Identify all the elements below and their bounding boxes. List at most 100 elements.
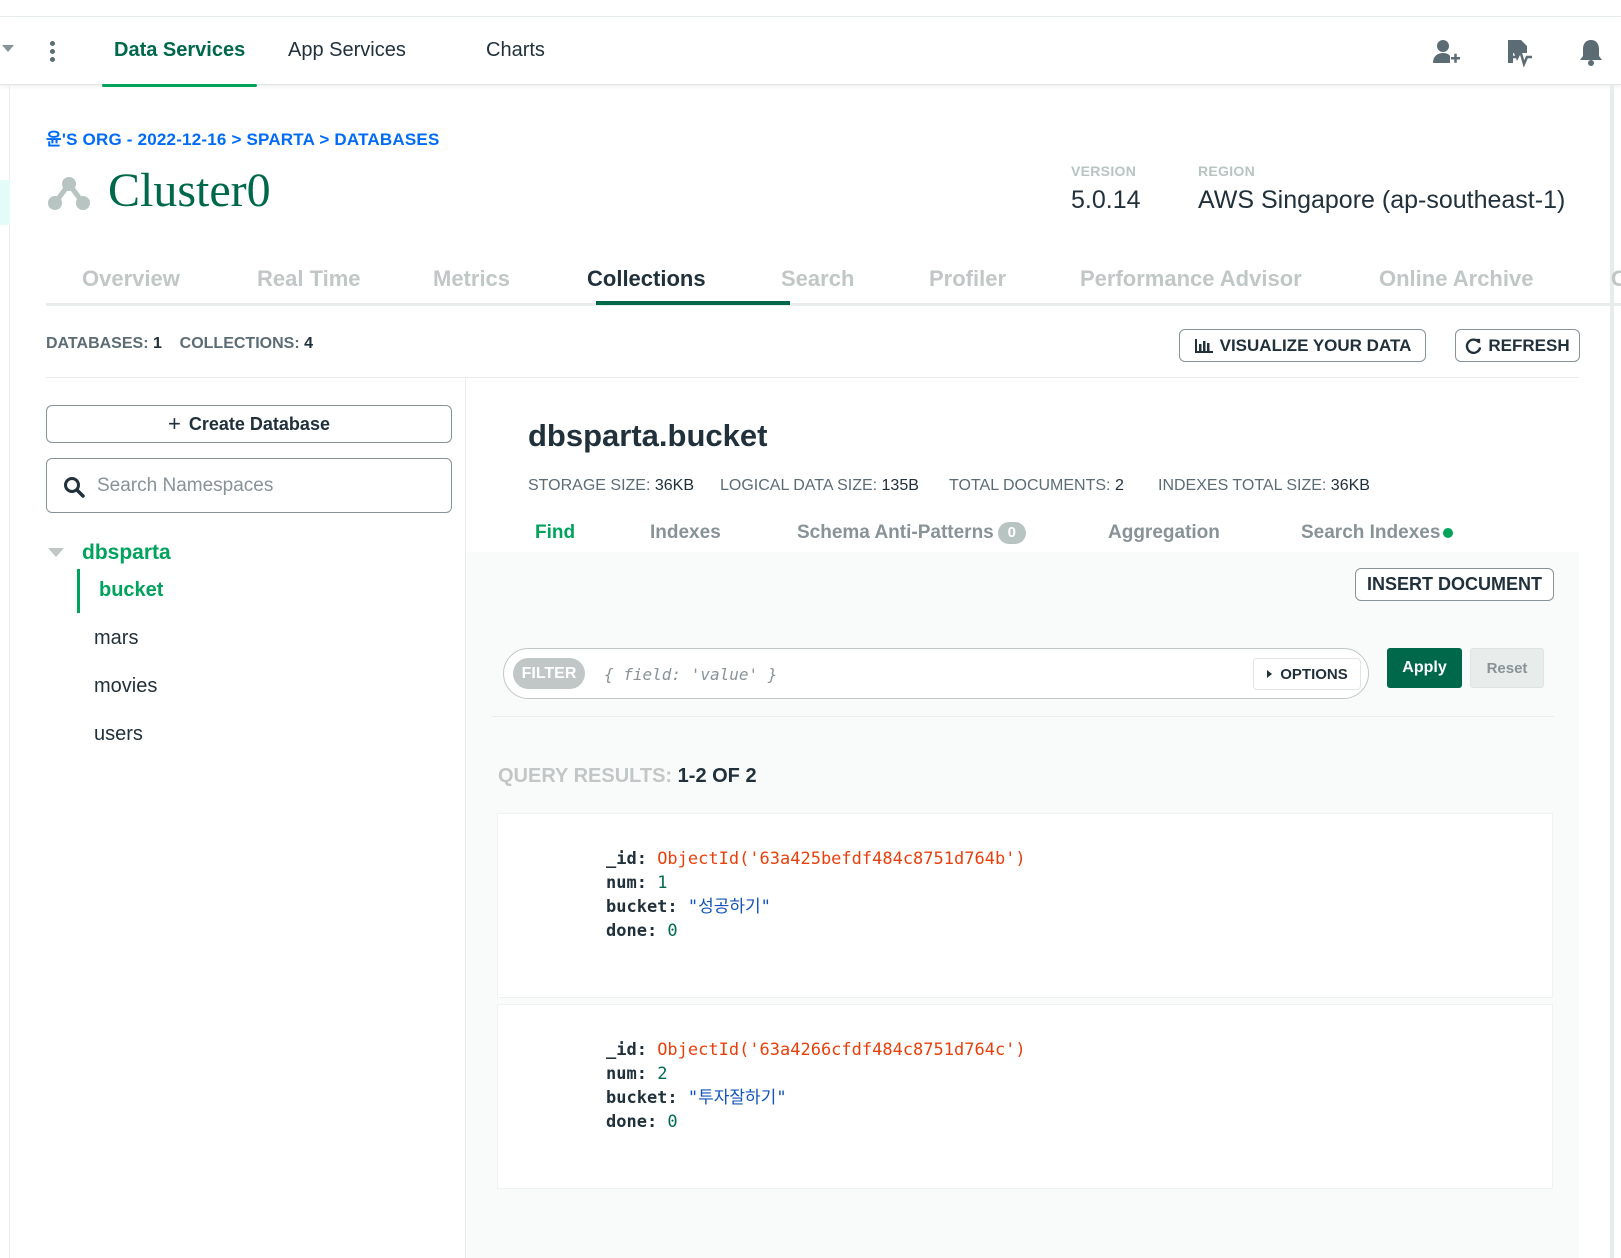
search-indexes-label: Search Indexes <box>1301 522 1441 543</box>
tab-overview[interactable]: Overview <box>82 266 180 292</box>
tab-online-archive[interactable]: Online Archive <box>1379 266 1533 292</box>
logical-size-stat: LOGICAL DATA SIZE: 135B <box>720 477 919 495</box>
indexes-size-label: INDEXES TOTAL SIZE: <box>1158 477 1327 494</box>
field-id: _id: ObjectId('63a425befdf484c8751d764b'… <box>606 849 1026 869</box>
field-bucket: bucket: "성공하기" <box>606 897 771 917</box>
cluster-tabs: Overview Real Time Metrics Collections S… <box>46 250 1621 306</box>
field-num: num: 2 <box>606 1064 668 1084</box>
filter-bar: FILTER OPTIONS <box>503 648 1369 699</box>
visualize-data-button[interactable]: VISUALIZE YOUR DATA <box>1179 329 1426 362</box>
refresh-icon <box>1466 338 1482 354</box>
databases-count: 1 <box>152 335 162 352</box>
refresh-button[interactable]: REFRESH <box>1455 329 1580 362</box>
collection-title: dbsparta.bucket <box>528 418 768 453</box>
indexes-size-value: 36KB <box>1330 477 1370 494</box>
version-label: VERSION <box>1071 163 1137 179</box>
subtab-schema-anti-patterns[interactable]: Schema Anti-Patterns 0 <box>797 522 1026 544</box>
storage-size-value: 36KB <box>654 477 694 494</box>
subtab-find[interactable]: Find <box>535 522 575 544</box>
document-fields: _id: ObjectId('63a4266cfdf484c8751d764c'… <box>606 1038 1026 1134</box>
reset-button[interactable]: Reset <box>1470 648 1544 688</box>
database-item-dbsparta[interactable]: dbsparta <box>82 541 171 565</box>
version-value: 5.0.14 <box>1071 186 1141 214</box>
invite-user-icon[interactable] <box>1431 37 1461 67</box>
field-num-value: 1 <box>657 873 668 893</box>
storage-size-label: STORAGE SIZE: <box>528 477 651 494</box>
field-done-value: 0 <box>667 921 678 941</box>
field-bucket-value: "투자잘하기" <box>687 1088 787 1108</box>
apply-button[interactable]: Apply <box>1387 648 1462 688</box>
activity-feed-icon[interactable] <box>1503 37 1533 67</box>
query-results-summary: QUERY RESULTS: 1-2 OF 2 <box>498 765 757 788</box>
bar-chart-icon <box>1194 338 1213 353</box>
collection-item-bucket[interactable]: bucket <box>99 579 163 602</box>
document-card[interactable]: _id: ObjectId('63a425befdf484c8751d764b'… <box>498 814 1552 997</box>
breadcrumb[interactable]: 윤'S ORG - 2022-12-16 > SPARTA > DATABASE… <box>46 125 439 150</box>
namespace-counts: DATABASES: 1 COLLECTIONS: 4 <box>46 335 313 353</box>
total-documents-stat: TOTAL DOCUMENTS: 2 <box>949 477 1124 495</box>
notifications-bell-icon[interactable] <box>1576 37 1606 67</box>
search-icon <box>64 477 85 498</box>
left-edge-highlight <box>0 180 10 225</box>
field-id: _id: ObjectId('63a4266cfdf484c8751d764c'… <box>606 1040 1026 1060</box>
tab-metrics[interactable]: Metrics <box>433 266 510 292</box>
collections-count: 4 <box>304 335 314 352</box>
filter-pill: FILTER <box>513 658 585 689</box>
nav-tab-charts[interactable]: Charts <box>486 39 545 85</box>
field-id-value: ObjectId('63a425befdf484c8751d764b') <box>657 849 1026 869</box>
indexes-size-stat: INDEXES TOTAL SIZE: 36KB <box>1158 477 1370 495</box>
subtab-indexes[interactable]: Indexes <box>650 522 721 544</box>
query-results-label: QUERY RESULTS: <box>498 765 673 787</box>
search-namespaces-input[interactable] <box>97 472 427 500</box>
total-documents-label: TOTAL DOCUMENTS: <box>949 477 1111 494</box>
field-done: done: 0 <box>606 921 678 941</box>
document-card[interactable]: _id: ObjectId('63a4266cfdf484c8751d764c'… <box>498 1005 1552 1188</box>
tab-real-time[interactable]: Real Time <box>257 266 361 292</box>
schema-count-badge: 0 <box>997 522 1026 544</box>
region-value: AWS Singapore (ap-southeast-1) <box>1198 186 1566 214</box>
subtab-search-indexes[interactable]: Search Indexes <box>1301 522 1454 544</box>
field-bucket: bucket: "투자잘하기" <box>606 1088 787 1108</box>
filter-divider <box>492 716 1554 717</box>
left-border <box>9 85 10 1258</box>
active-tab-indicator <box>596 301 790 305</box>
query-results-range: 1-2 OF 2 <box>677 765 757 787</box>
nav-tab-app-services[interactable]: App Services <box>288 39 406 85</box>
cluster-title: Cluster0 <box>108 164 271 217</box>
total-documents-value: 2 <box>1114 477 1124 494</box>
filter-input[interactable] <box>604 661 1204 687</box>
visualize-data-label: VISUALIZE YOUR DATA <box>1219 335 1412 355</box>
databases-count-label: DATABASES: <box>46 335 149 352</box>
logical-size-label: LOGICAL DATA SIZE: <box>720 477 878 494</box>
collection-item-movies[interactable]: movies <box>94 675 157 698</box>
tab-collections[interactable]: Collections <box>587 266 706 292</box>
field-done: done: 0 <box>606 1112 678 1132</box>
project-dropdown-caret-icon[interactable] <box>2 45 14 52</box>
field-done-value: 0 <box>667 1112 678 1132</box>
nav-tab-data-services[interactable]: Data Services <box>101 39 258 87</box>
tab-overflow[interactable]: C <box>1611 266 1621 292</box>
cluster-icon <box>48 177 90 210</box>
field-bucket-value: "성공하기" <box>687 897 771 917</box>
document-fields: _id: ObjectId('63a425befdf484c8751d764b'… <box>606 847 1026 943</box>
field-num-value: 2 <box>657 1064 668 1084</box>
create-database-button[interactable]: + Create Database <box>46 405 452 443</box>
schema-anti-patterns-label: Schema Anti-Patterns <box>797 522 994 544</box>
status-dot-icon <box>1443 527 1454 538</box>
tab-performance-advisor[interactable]: Performance Advisor <box>1080 266 1302 292</box>
more-options-icon[interactable] <box>50 41 56 63</box>
tab-search[interactable]: Search <box>781 266 854 292</box>
collection-item-users[interactable]: users <box>94 723 143 746</box>
logical-size-value: 135B <box>881 477 919 494</box>
options-button[interactable]: OPTIONS <box>1253 658 1361 690</box>
tab-profiler[interactable]: Profiler <box>929 266 1006 292</box>
top-strip <box>0 0 1621 17</box>
insert-document-button[interactable]: INSERT DOCUMENT <box>1355 568 1554 601</box>
caret-right-icon <box>1267 670 1273 678</box>
subtab-aggregation[interactable]: Aggregation <box>1108 522 1220 544</box>
create-database-label: Create Database <box>188 413 330 434</box>
collection-item-mars[interactable]: mars <box>94 627 138 650</box>
collapse-caret-icon[interactable] <box>48 548 64 557</box>
search-namespaces-box <box>46 458 452 513</box>
options-label: OPTIONS <box>1280 665 1348 683</box>
